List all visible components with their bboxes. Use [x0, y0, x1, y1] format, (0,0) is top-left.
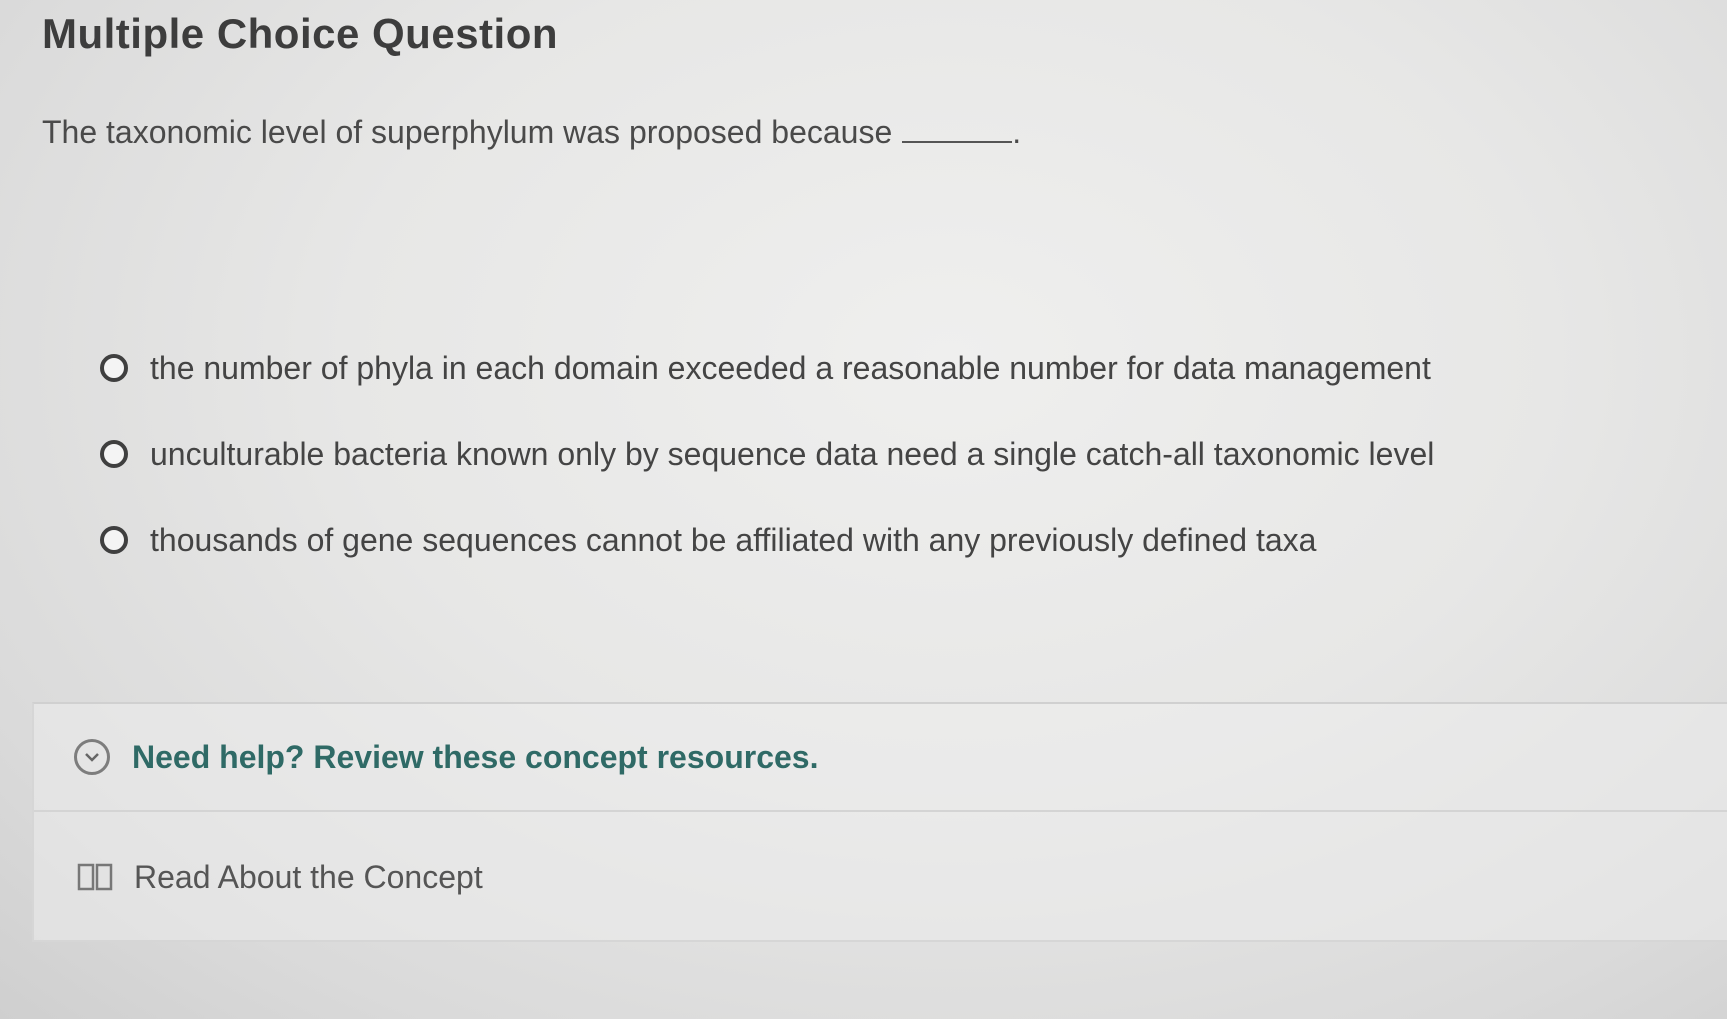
read-about-concept-link[interactable]: Read About the Concept — [34, 812, 1727, 942]
question-prompt: The taxonomic level of superphylum was p… — [42, 114, 1021, 151]
question-prompt-end: . — [1012, 114, 1022, 150]
concept-resources-panel: Need help? Review these concept resource… — [32, 702, 1727, 942]
radio-button[interactable] — [100, 526, 128, 554]
answer-choice-3[interactable]: thousands of gene sequences cannot be af… — [100, 497, 1434, 583]
concept-resources-toggle[interactable]: Need help? Review these concept resource… — [34, 704, 1727, 812]
read-about-concept-label[interactable]: Read About the Concept — [134, 859, 483, 896]
answer-choices: the number of phyla in each domain excee… — [100, 325, 1434, 583]
answer-choice-label: the number of phyla in each domain excee… — [150, 349, 1431, 386]
answer-choice-1[interactable]: the number of phyla in each domain excee… — [100, 325, 1434, 411]
book-icon — [76, 862, 114, 892]
radio-button[interactable] — [100, 440, 128, 468]
answer-blank — [902, 135, 1013, 143]
answer-choice-label: thousands of gene sequences cannot be af… — [150, 521, 1317, 558]
answer-choice-label: unculturable bacteria known only by sequ… — [150, 435, 1435, 472]
question-heading: Multiple Choice Question — [42, 10, 559, 57]
question-prompt-text: The taxonomic level of superphylum was p… — [42, 114, 893, 150]
answer-choice-2[interactable]: unculturable bacteria known only by sequ… — [100, 411, 1434, 497]
chevron-down-icon[interactable] — [74, 739, 110, 775]
concept-resources-title[interactable]: Need help? Review these concept resource… — [132, 739, 818, 776]
question-page: Multiple Choice Question The taxonomic l… — [0, 0, 1727, 1019]
radio-button[interactable] — [100, 354, 128, 382]
